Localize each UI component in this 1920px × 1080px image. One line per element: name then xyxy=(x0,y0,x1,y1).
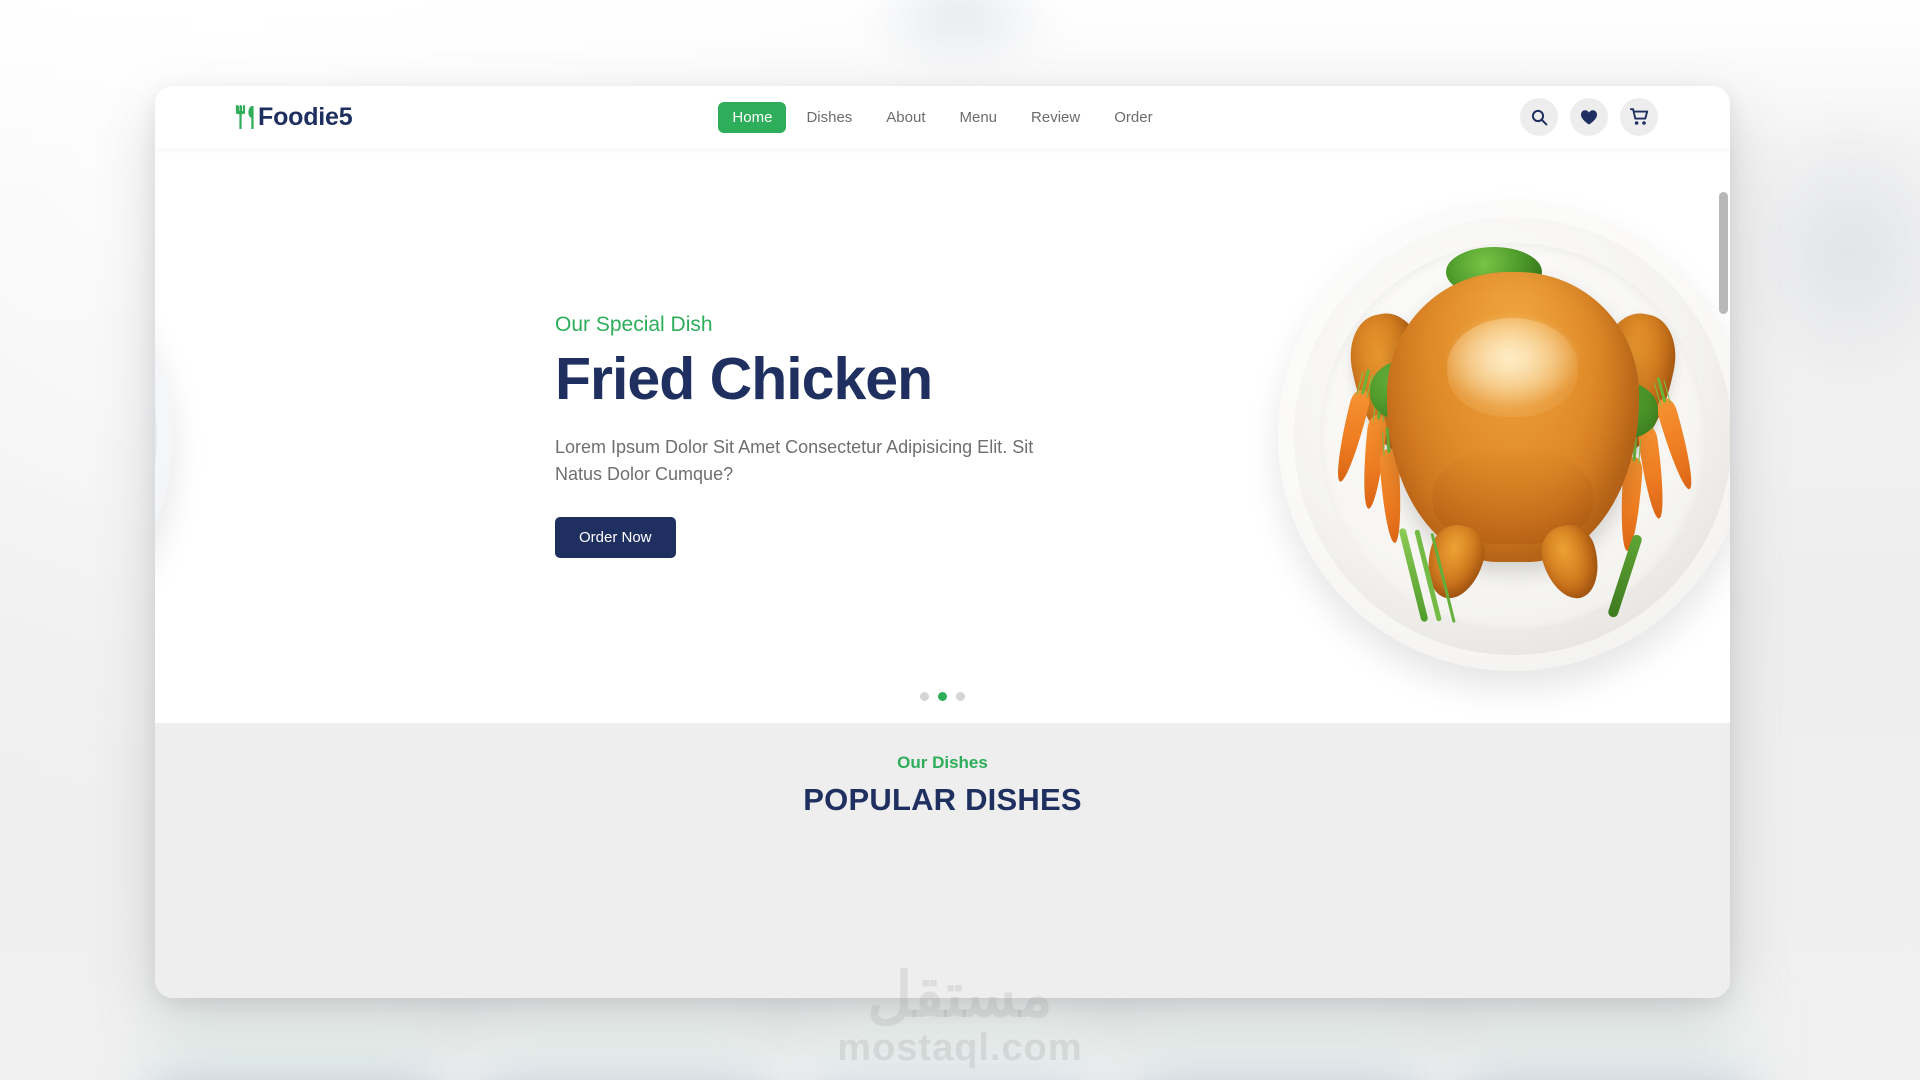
cart-button[interactable] xyxy=(1620,98,1658,136)
site-window: Foodie5 Home Dishes About Menu Review Or… xyxy=(155,86,1730,998)
nav-item-menu[interactable]: Menu xyxy=(946,102,1012,133)
plate-of-fries-image xyxy=(155,200,173,671)
order-now-button[interactable]: Order Now xyxy=(555,517,676,559)
header-icon-group xyxy=(1520,98,1658,136)
main-navigation: Home Dishes About Menu Review Order xyxy=(155,101,1730,133)
roast-chicken xyxy=(1386,271,1639,562)
backdrop-blur-top xyxy=(860,0,1060,70)
nav-item-about[interactable]: About xyxy=(872,102,939,133)
search-icon xyxy=(1531,109,1548,126)
slide-description: Lorem Ipsum Dolor Sit Amet Consectetur A… xyxy=(555,436,1034,485)
backdrop-blurred-card xyxy=(478,985,768,1080)
plate-shape xyxy=(155,200,173,671)
slide-title: Fried Chicken xyxy=(555,345,933,412)
roast-chicken-plate-image xyxy=(1277,200,1730,671)
scrollbar-thumb[interactable] xyxy=(1719,192,1728,314)
slider-dot-2[interactable] xyxy=(938,692,947,701)
slider-dots xyxy=(155,692,1730,701)
search-button[interactable] xyxy=(1520,98,1558,136)
section-eyebrow: Our Dishes xyxy=(897,753,988,772)
slide-image xyxy=(1115,148,1730,723)
nav-item-dishes[interactable]: Dishes xyxy=(792,102,866,133)
popular-dishes-section: Our Dishes POPULAR DISHES xyxy=(155,723,1730,998)
hero-slide-active: Our Special Dish Fried Chicken Lorem Ips… xyxy=(445,148,1730,723)
section-title: POPULAR DISHES xyxy=(803,782,1082,817)
slider-dot-1[interactable] xyxy=(920,692,929,701)
slider-dot-3[interactable] xyxy=(956,692,965,701)
hero-slider: Our Special Dish French Fries Lorem Ipsu… xyxy=(155,148,1730,723)
slide-eyebrow: Our Special Dish xyxy=(555,312,713,336)
cart-icon xyxy=(1629,108,1649,126)
backdrop-blurred-card xyxy=(1462,985,1752,1080)
backdrop-blurred-card xyxy=(806,985,1096,1080)
nav-item-home[interactable]: Home xyxy=(718,101,787,133)
backdrop-blur-top-right xyxy=(1740,120,1920,380)
nav-item-review[interactable]: Review xyxy=(1017,102,1094,133)
backdrop-blurred-card xyxy=(150,985,440,1080)
wishlist-button[interactable] xyxy=(1570,98,1608,136)
vertical-scrollbar[interactable] xyxy=(1717,148,1730,998)
slide-track: Our Special Dish French Fries Lorem Ipsu… xyxy=(155,148,1730,723)
heart-icon xyxy=(1580,109,1598,126)
slide-image xyxy=(155,148,335,723)
hero-slide-previous: Our Special Dish French Fries Lorem Ipsu… xyxy=(155,148,445,723)
backdrop-blurred-card xyxy=(1134,985,1424,1080)
nav-item-order[interactable]: Order xyxy=(1100,102,1166,133)
slide-text-block: Our Special Dish Fried Chicken Lorem Ips… xyxy=(555,313,1115,559)
site-header: Foodie5 Home Dishes About Menu Review Or… xyxy=(155,86,1730,148)
